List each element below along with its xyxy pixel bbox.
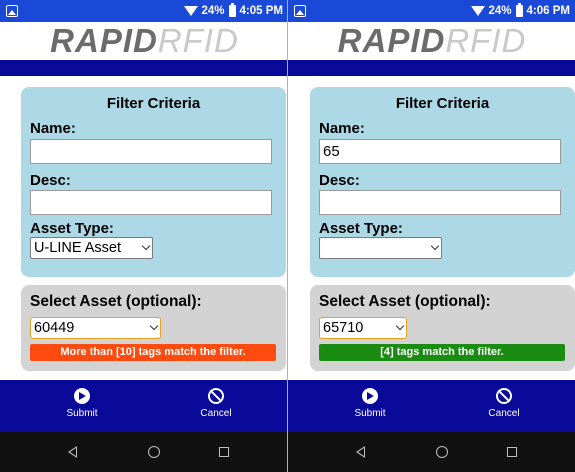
match-success-message: [4] tags match the filter. [319,344,565,361]
chevron-down-icon [141,241,151,251]
image-notification-icon [6,5,18,17]
select-asset-value: 65710 [323,320,364,336]
cancel-circle-icon [496,388,512,404]
battery-percent: 24% [488,5,512,17]
battery-icon [515,3,523,17]
logo-rfid: RFID [157,22,239,59]
status-time: 4:05 PM [239,5,283,17]
submit-button[interactable]: Submit [335,388,405,426]
name-label: Name: [319,120,365,137]
phone-screen-left: 24% 4:05 PM RAPIDRFID Filter Criteria Na… [0,0,289,472]
name-input[interactable] [30,139,272,164]
phone-screen-right: 24% 4:06 PM RAPIDRFID Filter Criteria Na… [287,0,575,472]
cancel-label: Cancel [488,408,520,419]
select-asset-panel: Select Asset (optional): 65710 [4] tags … [310,285,575,371]
app-logo: RAPIDRFID [288,22,575,60]
select-asset-value: 60449 [34,320,75,336]
select-asset-panel: Select Asset (optional): 60449 More than… [21,285,286,371]
battery-percent: 24% [201,5,225,17]
action-bar: Submit Cancel [0,380,289,432]
cancel-circle-icon [208,388,224,404]
home-circle-icon[interactable] [148,446,160,458]
chevron-down-icon [395,321,405,331]
desc-label: Desc: [319,172,360,189]
play-circle-icon [74,388,90,404]
filter-title: Filter Criteria [106,95,201,112]
submit-label: Submit [66,408,98,419]
match-warning-message: More than [10] tags match the filter. [30,344,276,361]
back-triangle-icon[interactable] [68,446,77,458]
cancel-button[interactable]: Cancel [469,388,539,426]
desc-label: Desc: [30,172,71,189]
cancel-label: Cancel [200,408,232,419]
status-bar: 24% 4:06 PM [288,0,575,22]
asset-type-select[interactable] [319,237,442,259]
app-logo: RAPIDRFID [0,22,289,60]
back-triangle-icon[interactable] [356,446,365,458]
header-band [0,60,289,76]
asset-type-label: Asset Type: [319,220,403,237]
logo-rfid: RFID [445,22,527,59]
submit-button[interactable]: Submit [47,388,117,426]
status-indicators: 24% 4:06 PM [470,3,570,19]
status-indicators: 24% 4:05 PM [183,3,283,19]
status-time: 4:06 PM [526,5,570,17]
select-asset-dropdown[interactable]: 65710 [319,317,407,339]
logo-rapid: RAPID [50,22,158,59]
battery-icon [228,3,236,17]
header-band [288,60,575,76]
wifi-icon [470,6,485,16]
select-asset-dropdown[interactable]: 60449 [30,317,161,339]
desc-input[interactable] [319,190,561,215]
filter-criteria-panel: Filter Criteria Name: Desc: Asset Type: [310,87,575,277]
name-input[interactable] [319,139,561,164]
logo-rapid: RAPID [337,22,446,59]
image-notification-icon [294,5,306,17]
chevron-down-icon [149,321,159,331]
recents-square-icon[interactable] [219,447,229,457]
home-circle-icon[interactable] [436,446,448,458]
android-nav-bar [288,432,575,472]
submit-label: Submit [354,408,386,419]
select-asset-title: Select Asset (optional): [319,293,491,310]
asset-type-value: U-LINE Asset [34,240,122,256]
android-nav-bar [0,432,289,472]
name-label: Name: [30,120,76,137]
filter-title: Filter Criteria [395,95,490,112]
wifi-icon [183,6,198,16]
desc-input[interactable] [30,190,272,215]
chevron-down-icon [430,241,440,251]
filter-criteria-panel: Filter Criteria Name: Desc: Asset Type: … [21,87,286,277]
asset-type-label: Asset Type: [30,220,114,237]
play-circle-icon [362,388,378,404]
action-bar: Submit Cancel [288,380,575,432]
select-asset-title: Select Asset (optional): [30,293,202,310]
cancel-button[interactable]: Cancel [181,388,251,426]
recents-square-icon[interactable] [507,447,517,457]
status-bar: 24% 4:05 PM [0,0,289,22]
asset-type-select[interactable]: U-LINE Asset [30,237,153,259]
